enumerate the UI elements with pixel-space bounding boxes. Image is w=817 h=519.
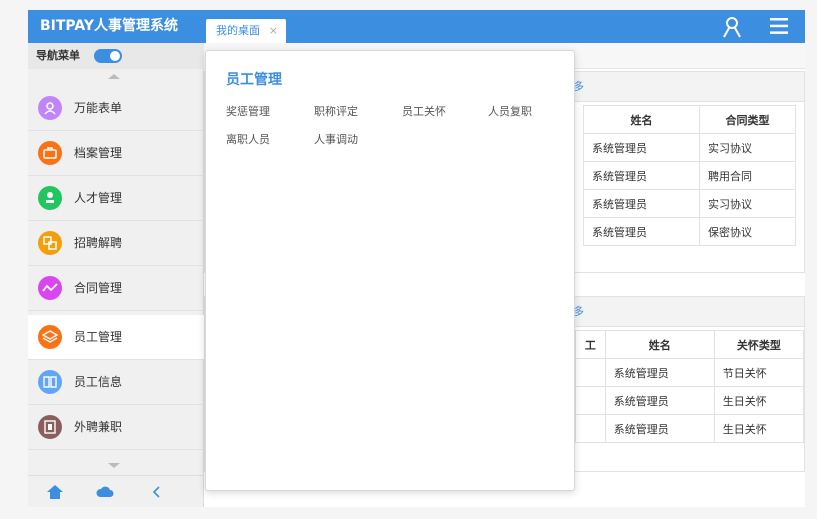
sidebar-item-parttime[interactable]: 外聘兼职 [28, 405, 204, 450]
cell-type: 生日关怀 [713, 414, 805, 443]
sidebar-item-archive[interactable]: 档案管理 [28, 131, 204, 176]
flyout-link-resigned[interactable]: 离职人员 [226, 131, 270, 147]
chevron-left-icon[interactable] [148, 484, 166, 500]
cell-blank [575, 414, 606, 443]
table-row[interactable]: 系统管理员 节日关怀 [575, 358, 805, 387]
sidebar-item-talent[interactable]: 人才管理 [28, 176, 204, 221]
table-header-row: 姓名 合同类型 [583, 105, 796, 134]
column-header: 工 [575, 330, 606, 359]
book-icon [38, 370, 62, 394]
column-header: 姓名 [583, 105, 700, 134]
table-row[interactable]: 系统管理员 实习协议 [583, 189, 796, 218]
tab-close-icon[interactable]: × [269, 19, 278, 43]
cell-name: 系统管理员 [583, 189, 700, 218]
table-row[interactable]: 系统管理员 实习协议 [583, 133, 796, 162]
cell-type: 保密协议 [699, 217, 796, 246]
nav-toggle-row: 导航菜单 [28, 43, 204, 69]
cell-name: 系统管理员 [583, 133, 700, 162]
table-row[interactable]: 系统管理员 聘用合同 [583, 161, 796, 190]
sidebar-item-form[interactable]: 万能表单 [28, 86, 204, 131]
sidebar-item-label: 员工信息 [74, 375, 123, 389]
sidebar-item-label: 招聘解聘 [74, 236, 123, 250]
cell-name: 系统管理员 [604, 386, 715, 415]
sidebar-item-label: 人才管理 [74, 191, 123, 205]
cloud-icon[interactable] [96, 484, 114, 500]
flyout-link-titles[interactable]: 职称评定 [314, 103, 358, 119]
layers-icon [38, 325, 62, 349]
cell-blank [575, 386, 606, 415]
sidebar-item-employee-mgmt[interactable]: 员工管理 [28, 315, 204, 360]
care-table: 工 姓名 关怀类型 系统管理员 节日关怀 系统管理员 生日关怀 系统管理员 生日… [575, 330, 805, 443]
cell-type: 聘用合同 [699, 161, 796, 190]
building-icon [38, 415, 62, 439]
cell-type: 生日关怀 [713, 386, 805, 415]
flyout-link-reinstate[interactable]: 人员复职 [488, 103, 532, 119]
user-icon[interactable] [721, 16, 743, 38]
user-icon [38, 96, 62, 120]
cell-name: 系统管理员 [583, 217, 700, 246]
cell-blank [575, 358, 606, 387]
column-header: 姓名 [604, 330, 715, 359]
flyout-link-care[interactable]: 员工关怀 [402, 103, 446, 119]
app-header: BITPAY人事管理系统 我的桌面 × [28, 10, 805, 43]
scroll-up-icon[interactable] [108, 74, 120, 79]
nav-toggle-switch[interactable] [94, 49, 122, 63]
briefcase-icon [38, 141, 62, 165]
talent-icon [38, 186, 62, 210]
cell-type: 实习协议 [699, 133, 796, 162]
nav-toggle-label: 导航菜单 [36, 49, 80, 62]
cell-name: 系统管理员 [604, 414, 715, 443]
flyout-title: 员工管理 [226, 72, 282, 88]
cell-type: 实习协议 [699, 189, 796, 218]
sidebar-item-recruit[interactable]: 招聘解聘 [28, 221, 204, 266]
scroll-down-icon[interactable] [108, 463, 120, 468]
cell-type: 节日关怀 [713, 358, 805, 387]
employee-mgmt-flyout: 员工管理 奖惩管理 职称评定 员工关怀 人员复职 离职人员 人事调动 [205, 50, 575, 491]
hamburger-menu-icon[interactable] [769, 17, 789, 35]
sidebar-item-label: 外聘兼职 [74, 420, 123, 434]
sidebar-item-label: 万能表单 [74, 101, 123, 115]
column-header: 合同类型 [699, 105, 796, 134]
recruit-icon [38, 231, 62, 255]
sidebar-item-contract[interactable]: 合同管理 [28, 266, 204, 311]
flyout-link-transfer[interactable]: 人事调动 [314, 131, 358, 147]
contracts-table: 姓名 合同类型 系统管理员 实习协议 系统管理员 聘用合同 系统管理员 实习协议… [583, 105, 796, 246]
cell-name: 系统管理员 [604, 358, 715, 387]
sidebar: 导航菜单 万能表单 档案管理 人才管理 招聘解聘 合同管理 员工管理 员工信息 … [28, 43, 204, 507]
table-row[interactable]: 系统管理员 保密协议 [583, 217, 796, 246]
sidebar-footer [28, 475, 204, 507]
sidebar-item-label: 档案管理 [74, 146, 123, 160]
app-title: BITPAY人事管理系统 [40, 18, 179, 34]
contract-icon [38, 276, 62, 300]
home-icon[interactable] [46, 484, 64, 500]
table-header-row: 工 姓名 关怀类型 [575, 330, 805, 359]
table-row[interactable]: 系统管理员 生日关怀 [575, 386, 805, 415]
sidebar-item-label: 合同管理 [74, 281, 123, 295]
table-row[interactable]: 系统管理员 生日关怀 [575, 414, 805, 443]
column-header: 关怀类型 [713, 330, 805, 359]
cell-name: 系统管理员 [583, 161, 700, 190]
tab-desktop[interactable]: 我的桌面 × [206, 19, 286, 43]
flyout-link-rewards[interactable]: 奖惩管理 [226, 103, 270, 119]
sidebar-item-label: 员工管理 [74, 330, 123, 344]
sidebar-item-employee-info[interactable]: 员工信息 [28, 360, 204, 405]
tab-label: 我的桌面 [216, 24, 260, 37]
